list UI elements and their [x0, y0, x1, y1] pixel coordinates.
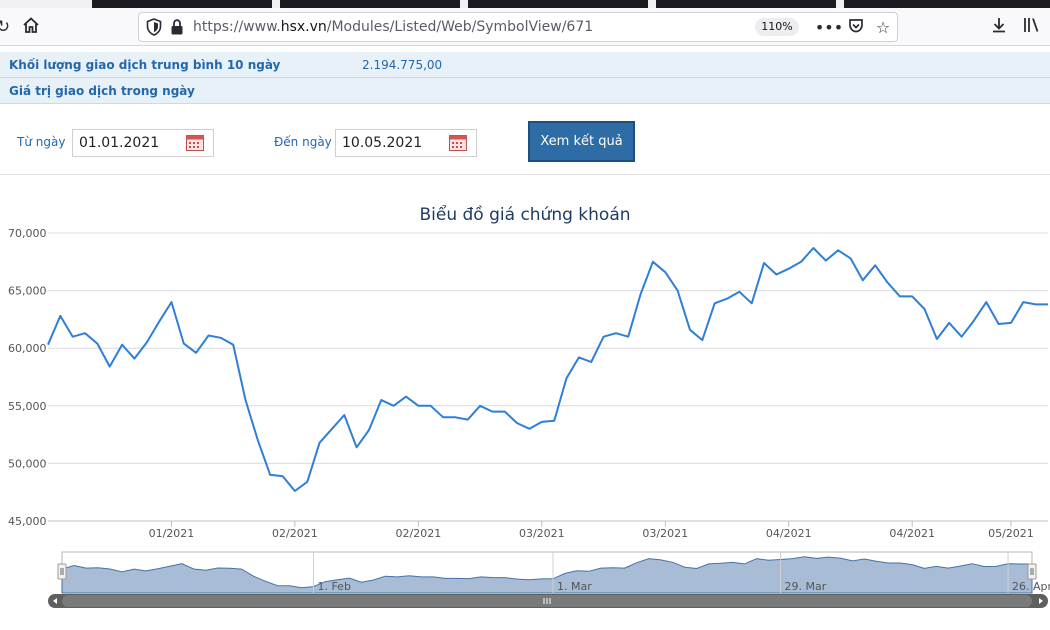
avg-volume-value: 2.194.775,00 [362, 58, 443, 72]
from-date-label: Từ ngày [17, 135, 66, 149]
y-tick-label: 60,000 [8, 342, 47, 355]
tab-strip-segment [280, 0, 460, 8]
price-chart-svg: 45,000 50,000 55,000 60,000 65,000 70,000 01/2… [8, 227, 1050, 608]
url-bar[interactable]: https://www.hsx.vn/Modules/Listed/Web/Sy… [138, 12, 898, 42]
library-icon[interactable] [1022, 16, 1044, 38]
day-value-row: Giá trị giao dịch trong ngày [0, 78, 1050, 104]
tab-strip-segment [92, 0, 272, 8]
x-tick-label: 04/2021 [889, 527, 935, 540]
navigator-date-label: 1. Mar [557, 580, 592, 593]
x-tick-label: 05/2021 [988, 527, 1034, 540]
tab-strip-segment [468, 0, 648, 8]
browser-toolbar: ↻ https://www.hsx.vn/Modules/Listed/Web/… [0, 8, 1050, 46]
bookmark-star-icon[interactable]: ☆ [873, 17, 893, 37]
tab-strip-segment [656, 0, 836, 8]
navigator-date-label: 29. Mar [785, 580, 827, 593]
x-tick-label: 02/2021 [272, 527, 318, 540]
avg-volume-row: Khối lượng giao dịch trung bình 10 ngày … [0, 52, 1050, 78]
tracking-protection-icon[interactable] [145, 17, 163, 37]
view-results-button[interactable]: Xem kết quả [528, 121, 635, 162]
downloads-icon[interactable] [990, 16, 1012, 38]
navigator-date-label: 1. Feb [317, 580, 350, 593]
x-tick-label: 04/2021 [766, 527, 812, 540]
calendar-icon[interactable] [186, 134, 204, 151]
pocket-icon[interactable] [847, 17, 867, 37]
reload-icon[interactable]: ↻ [0, 16, 14, 38]
page-actions-icon[interactable]: ••• [815, 17, 843, 37]
x-tick-label: 03/2021 [642, 527, 688, 540]
x-tick-label: 02/2021 [396, 527, 442, 540]
y-tick-label: 65,000 [8, 285, 47, 298]
calendar-icon[interactable] [449, 134, 467, 151]
price-chart: Biểu đồ giá chứng khoán 45,000 50,000 55,0… [0, 175, 1050, 630]
lock-icon[interactable] [169, 18, 185, 36]
browser-top-strip [0, 0, 1050, 8]
url-prefix: https://www. [193, 19, 281, 35]
y-tick-label: 50,000 [8, 457, 47, 470]
home-icon[interactable] [22, 16, 44, 38]
url-text[interactable]: https://www.hsx.vn/Modules/Listed/Web/Sy… [193, 19, 593, 35]
price-series-line [47, 247, 1048, 492]
navigator-handle[interactable] [57, 563, 67, 580]
date-filter-bar: Từ ngày 01.01.2021 Đến ngày 10.05.2021 X… [0, 105, 1050, 175]
url-domain: hsx.vn [280, 19, 327, 35]
url-path: /Modules/Listed/Web/SymbolView/671 [326, 19, 594, 35]
avg-volume-label: Khối lượng giao dịch trung bình 10 ngày [9, 58, 281, 72]
y-tick-label: 45,000 [8, 515, 47, 528]
x-tick-label: 03/2021 [519, 527, 565, 540]
y-tick-label: 70,000 [8, 227, 47, 240]
navigator-date-label: 26. Apr [1012, 580, 1050, 593]
to-date-label: Đến ngày [274, 135, 332, 149]
day-value-label: Giá trị giao dịch trong ngày [9, 84, 195, 98]
navigator-handle[interactable] [1027, 563, 1037, 580]
tab-strip-segment [844, 0, 1050, 8]
zoom-badge[interactable]: 110% [755, 18, 799, 36]
x-tick-label: 01/2021 [149, 527, 195, 540]
y-tick-label: 55,000 [8, 400, 47, 413]
